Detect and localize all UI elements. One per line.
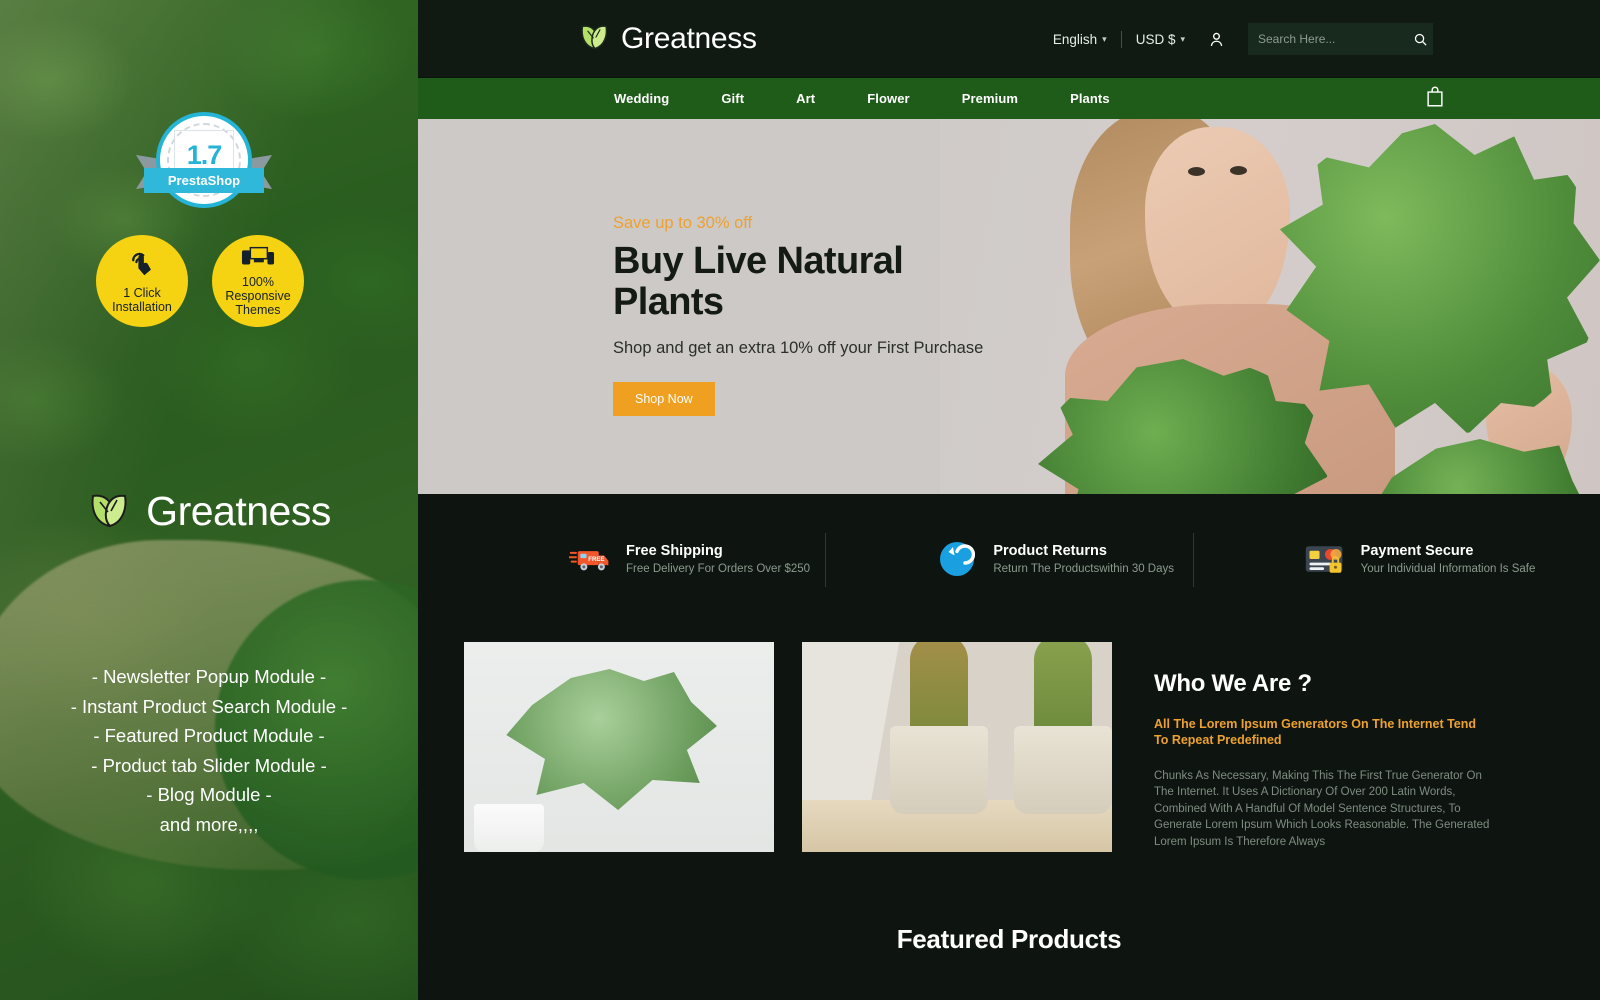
site-preview: Greatness English ▾ USD $ ▾ Search Here.… xyxy=(418,0,1600,1000)
hero-banner: Save up to 30% off Buy Live Natural Plan… xyxy=(418,119,1600,494)
badge-version-number: 1.7 xyxy=(186,139,223,170)
hero-title: Buy Live Natural Plants xyxy=(613,240,904,323)
featured-products-title: Featured Products xyxy=(896,924,1122,954)
user-icon[interactable] xyxy=(1207,30,1226,49)
model-eye-left xyxy=(1188,167,1205,176)
promo-module-item: - Product tab Slider Module - xyxy=(91,754,327,776)
click-cursor-icon xyxy=(127,249,157,282)
search-box[interactable] xyxy=(1248,23,1433,55)
promo-module-item: and more,,,, xyxy=(159,813,259,835)
who-we-are-section: Who We Are ? All The Lorem Ipsum Generat… xyxy=(418,624,1600,852)
hero-eyebrow: Save up to 30% off xyxy=(613,214,753,232)
devices-responsive-icon xyxy=(241,246,275,271)
about-text: Who We Are ? All The Lorem Ipsum Generat… xyxy=(1140,642,1554,852)
service-title: Payment Secure xyxy=(1360,543,1474,559)
leaf-logo-icon xyxy=(87,489,133,534)
service-subtitle: Your Individual Information Is Safe xyxy=(1360,563,1536,575)
main-navigation: Wedding Gift Art Flower Premium Plants xyxy=(418,78,1600,119)
site-header: Greatness English ▾ USD $ ▾ xyxy=(418,0,1600,78)
about-lead: All The Lorem Ipsum Generators On The In… xyxy=(1154,717,1477,747)
feature-badge-label: 100% Responsive Themes xyxy=(225,274,291,317)
promo-module-item: - Featured Product Module - xyxy=(93,725,325,746)
white-pot-photo xyxy=(474,804,544,852)
nav-items: Wedding Gift Art Flower Premium Plants xyxy=(588,91,1136,106)
divider xyxy=(1120,30,1122,48)
hero-copy: Save up to 30% off Buy Live Natural Plan… xyxy=(613,214,1013,416)
nav-item-gift[interactable]: Gift xyxy=(695,91,770,106)
about-image-cactus xyxy=(802,642,1112,852)
search-input[interactable] xyxy=(1258,32,1413,46)
currency-selector[interactable]: USD $ ▾ xyxy=(1136,32,1185,47)
nav-item-wedding[interactable]: Wedding xyxy=(588,91,695,106)
feature-badge-one-click-installation: 1 Click Installation xyxy=(96,235,188,327)
page-root: 1.7 PrestaShop 1 Click Installation 100%… xyxy=(0,0,1600,1000)
service-product-returns: Product Returns Return The Productswithi… xyxy=(825,533,1192,587)
return-arrow-icon xyxy=(935,541,979,577)
service-features: FREE Free Shipping Free Delivery For Ord… xyxy=(418,494,1600,624)
service-payment-secure: Payment Secure Your Individual Informati… xyxy=(1192,533,1560,587)
badge-ribbon-label: PrestaShop xyxy=(144,168,264,193)
header-tools: English ▾ USD $ ▾ xyxy=(1053,0,1433,78)
hero-photo xyxy=(940,119,1600,494)
nav-item-flower[interactable]: Flower xyxy=(841,91,936,106)
about-title: Who We Are ? xyxy=(1154,670,1312,697)
service-title: Free Shipping xyxy=(626,543,723,559)
language-label: English xyxy=(1052,31,1098,47)
cactus-plant xyxy=(1034,642,1092,734)
badge-circle: 1.7 xyxy=(156,112,252,208)
nav-item-art[interactable]: Art xyxy=(770,91,841,106)
delivery-truck-icon: FREE xyxy=(568,541,612,577)
model-eye-right xyxy=(1230,166,1247,175)
nav-item-premium[interactable]: Premium xyxy=(936,91,1044,106)
currency-label: USD $ xyxy=(1135,31,1176,47)
feature-badge-label: 1 Click Installation xyxy=(112,285,172,314)
service-free-shipping: FREE Free Shipping Free Delivery For Ord… xyxy=(458,541,825,577)
site-brand-name: Greatness xyxy=(621,21,757,55)
service-subtitle: Return The Productswithin 30 Days xyxy=(993,563,1175,575)
chevron-down-icon: ▾ xyxy=(1102,33,1107,44)
nav-item-plants[interactable]: Plants xyxy=(1044,91,1136,106)
hero-subtitle: Shop and get an extra 10% off your First… xyxy=(613,339,984,357)
shopping-bag-icon[interactable] xyxy=(1425,86,1445,112)
about-image-monstera xyxy=(464,642,774,852)
promo-module-item: - Newsletter Popup Module - xyxy=(91,666,327,687)
monstera-leaf-photo xyxy=(506,669,717,810)
shop-now-button[interactable]: Shop Now xyxy=(613,382,715,416)
service-subtitle: Free Delivery For Orders Over $250 xyxy=(626,563,811,575)
search-icon[interactable] xyxy=(1413,32,1428,47)
svg-text:FREE: FREE xyxy=(588,556,604,563)
promo-module-list: - Newsletter Popup Module - - Instant Pr… xyxy=(0,662,418,839)
ceramic-pot xyxy=(1014,726,1112,814)
promo-module-item: - Instant Product Search Module - xyxy=(70,695,348,717)
leaf-logo-icon xyxy=(578,21,612,56)
chevron-down-icon: ▾ xyxy=(1180,33,1185,44)
promo-brand-name: Greatness xyxy=(146,488,331,534)
prestashop-badge: 1.7 PrestaShop xyxy=(136,108,272,233)
feature-badge-responsive-themes: 100% Responsive Themes xyxy=(212,235,304,327)
promo-panel: 1.7 PrestaShop 1 Click Installation 100%… xyxy=(0,0,418,1000)
language-selector[interactable]: English ▾ xyxy=(1053,32,1107,47)
site-logo[interactable]: Greatness xyxy=(578,21,757,56)
ceramic-pot xyxy=(890,726,988,814)
promo-module-item: - Blog Module - xyxy=(146,784,272,805)
promo-brand-logo: Greatness xyxy=(0,488,418,535)
credit-card-lock-icon xyxy=(1303,541,1347,577)
service-title: Product Returns xyxy=(993,543,1107,559)
about-body: Chunks As Necessary, Making This The Fir… xyxy=(1154,770,1490,848)
cactus-plant xyxy=(910,642,968,734)
